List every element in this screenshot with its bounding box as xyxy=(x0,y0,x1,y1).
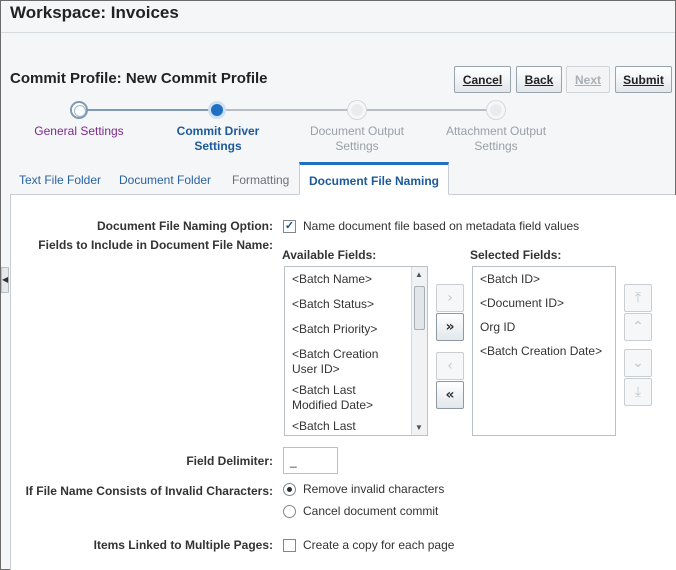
list-item[interactable]: <Batch Last Modified User> xyxy=(285,416,411,435)
train-step-document-output-dot xyxy=(348,101,366,119)
fields-include-label: Fields to Include in Document File Name: xyxy=(38,238,273,252)
list-item[interactable]: <Batch ID> xyxy=(473,269,615,290)
list-item[interactable]: <Batch Status> xyxy=(285,294,411,315)
multi-pages-label: Items Linked to Multiple Pages: xyxy=(93,538,273,552)
train-label-line: General Settings xyxy=(34,124,124,138)
train-step-general-label[interactable]: General Settings xyxy=(14,124,144,139)
train-label-line: Commit Driver xyxy=(176,124,260,138)
naming-option-label: Document File Naming Option: xyxy=(97,219,273,233)
train-label-line: Settings xyxy=(335,139,379,153)
invalid-chars-label: If File Name Consists of Invalid Charact… xyxy=(25,484,273,498)
scroll-up-icon[interactable]: ▲ xyxy=(415,270,423,279)
page-title: Commit Profile: New Commit Profile xyxy=(10,70,268,87)
train-label-line: Document Output xyxy=(309,124,405,138)
train-step-attachment-output-dot xyxy=(487,101,505,119)
move-icon: › xyxy=(436,284,464,312)
train-label-line: Settings xyxy=(194,139,242,153)
move-down-icon: ⌄ xyxy=(624,349,652,377)
tab-text-file-folder[interactable]: Text File Folder xyxy=(13,167,107,195)
scrollbar-thumb[interactable] xyxy=(414,286,425,330)
collapse-pane-icon[interactable]: ◀ xyxy=(1,267,9,293)
train-connector xyxy=(217,109,357,111)
train-label-line: Attachment Output xyxy=(445,124,547,138)
train-step-commit-driver-label: Commit Driver Settings xyxy=(153,124,283,154)
list-item[interactable]: <Batch Creation User ID> xyxy=(285,344,411,380)
divider xyxy=(1,32,675,33)
scroll-down-icon[interactable]: ▼ xyxy=(415,423,423,432)
train-connector xyxy=(357,109,496,111)
submit-button[interactable]: Submit xyxy=(615,66,672,93)
naming-option-text: Name document file based on metadata fie… xyxy=(303,219,580,233)
delimiter-label: Field Delimiter: xyxy=(186,454,273,468)
available-fields-items: <Batch Name> <Batch Status> <Batch Prior… xyxy=(285,267,427,435)
cancel-commit-radio[interactable] xyxy=(283,505,296,518)
remove-invalid-text: Remove invalid characters xyxy=(303,482,445,496)
remove-all-icon[interactable]: « xyxy=(436,381,464,409)
multi-pages-checkbox[interactable] xyxy=(283,539,296,552)
tab-document-file-naming[interactable]: Document File Naming xyxy=(299,162,450,195)
back-button[interactable]: Back xyxy=(516,66,562,93)
train-step-commit-driver-dot xyxy=(208,101,226,119)
train-step-document-output-label: Document Output Settings xyxy=(292,124,422,154)
train-connector xyxy=(79,109,217,111)
list-item[interactable]: <Batch Last Modified Date> xyxy=(285,380,411,416)
available-fields-header: Available Fields: xyxy=(282,248,377,262)
move-bottom-icon: ⤓ xyxy=(624,378,652,406)
delimiter-input[interactable]: _ xyxy=(283,447,338,474)
train-step-general-dot[interactable] xyxy=(70,101,88,119)
app-window: Workspace: Invoices Commit Profile: New … xyxy=(0,0,676,570)
cancel-button[interactable]: Cancel xyxy=(454,66,511,93)
tab-formatting[interactable]: Formatting xyxy=(226,167,295,195)
list-item[interactable]: Org ID xyxy=(473,317,615,338)
selected-fields-items: <Batch ID> <Document ID> Org ID <Batch C… xyxy=(473,267,615,362)
workspace-title: Workspace: Invoices xyxy=(10,3,179,22)
naming-option-checkbox[interactable]: ✓ xyxy=(283,220,296,233)
multi-pages-text: Create a copy for each page xyxy=(303,538,455,552)
train-step-attachment-output-label: Attachment Output Settings xyxy=(431,124,561,154)
next-button: Next xyxy=(566,66,610,93)
list-item[interactable]: <Batch Name> xyxy=(285,269,411,290)
selected-fields-header: Selected Fields: xyxy=(470,248,562,262)
remove-icon: ‹ xyxy=(436,352,464,380)
available-fields-list[interactable]: <Batch Name> <Batch Status> <Batch Prior… xyxy=(284,266,428,436)
move-all-icon[interactable]: » xyxy=(436,313,464,341)
move-up-icon: ⌃ xyxy=(624,313,652,341)
tab-document-folder[interactable]: Document Folder xyxy=(113,167,217,195)
list-item[interactable]: <Batch Priority> xyxy=(285,319,411,340)
list-item[interactable]: <Batch Creation Date> xyxy=(473,341,615,362)
cancel-commit-text: Cancel document commit xyxy=(303,504,439,518)
move-top-icon: ⤒ xyxy=(624,284,652,312)
train-label-line: Settings xyxy=(474,139,518,153)
list-item[interactable]: <Document ID> xyxy=(473,293,615,314)
remove-invalid-radio[interactable] xyxy=(283,483,296,496)
selected-fields-list[interactable]: <Batch ID> <Document ID> Org ID <Batch C… xyxy=(472,266,616,436)
available-list-scrollbar[interactable]: ▲ ▼ xyxy=(411,267,427,435)
